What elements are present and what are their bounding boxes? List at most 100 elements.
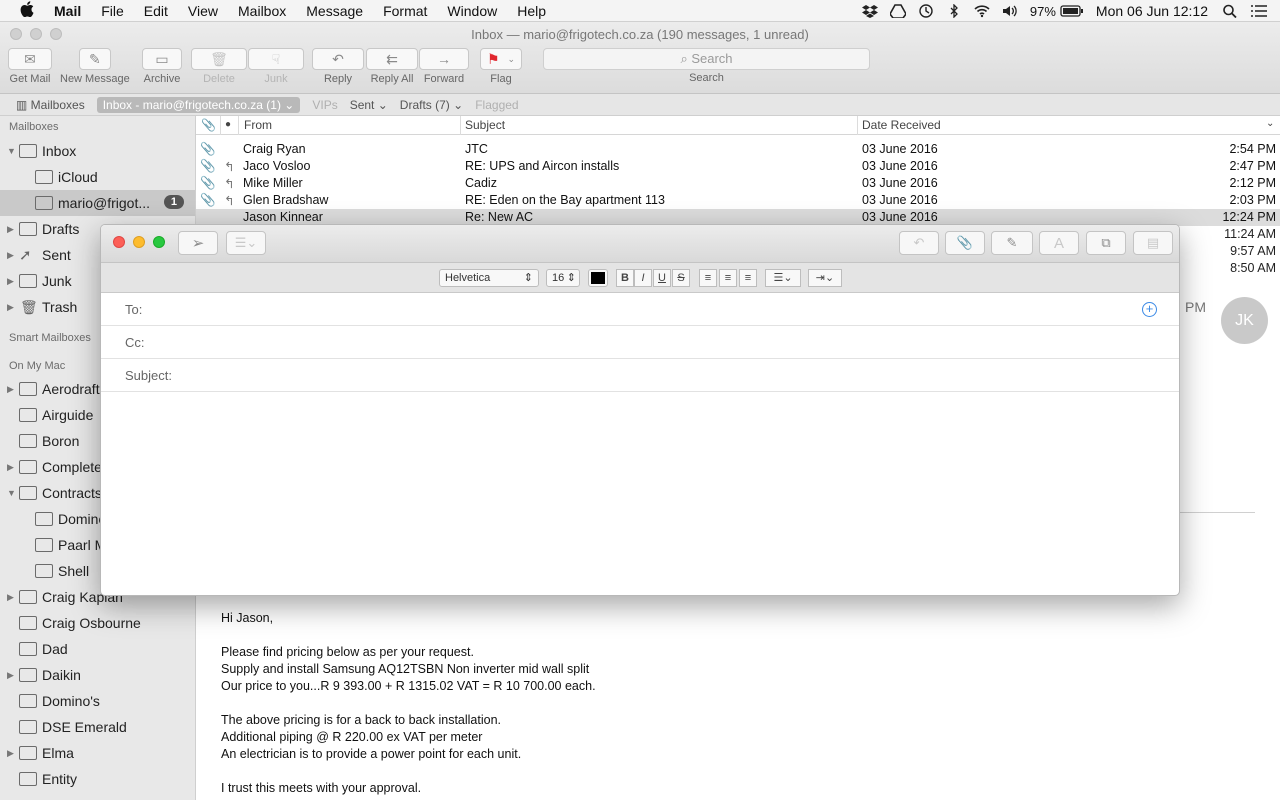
apple-menu-icon[interactable]: [20, 0, 40, 21]
sidebar-folder[interactable]: Domino's: [0, 688, 195, 714]
italic-button[interactable]: I: [634, 269, 652, 287]
menu-help[interactable]: Help: [517, 3, 546, 19]
message-row[interactable]: 📎 ↰ Glen Bradshaw RE: Eden on the Bay ap…: [196, 192, 1280, 209]
to-input[interactable]: [181, 299, 1131, 319]
underline-button[interactable]: U: [653, 269, 671, 287]
battery-icon[interactable]: [1060, 4, 1084, 18]
menu-file[interactable]: File: [101, 3, 124, 19]
bold-button[interactable]: B: [616, 269, 634, 287]
font-size-select[interactable]: 16 ⇕: [546, 269, 580, 287]
notification-center-icon[interactable]: [1250, 4, 1268, 18]
disclosure-closed-icon[interactable]: ▶: [7, 302, 14, 313]
disclosure-closed-icon[interactable]: ▶: [7, 276, 14, 287]
disclosure-closed-icon[interactable]: ▶: [7, 592, 14, 603]
disclosure-open-icon[interactable]: ▼: [7, 488, 16, 498]
favorites-flagged-button[interactable]: Flagged: [475, 98, 518, 112]
sidebar-item-icloud[interactable]: iCloud: [0, 164, 195, 190]
disclosure-open-icon[interactable]: ▼: [7, 146, 16, 156]
menu-window[interactable]: Window: [447, 3, 497, 19]
bluetooth-icon[interactable]: [946, 4, 962, 18]
reply-button[interactable]: ↶: [899, 231, 939, 255]
align-left-button[interactable]: ≡: [699, 269, 717, 287]
archive-button[interactable]: ▭ Archive: [142, 48, 182, 85]
strikethrough-button[interactable]: S: [672, 269, 690, 287]
menu-mailbox[interactable]: Mailbox: [238, 3, 286, 19]
message-body-editor[interactable]: [101, 392, 1179, 595]
time-machine-icon[interactable]: [918, 4, 934, 18]
inbox-tray-icon: [35, 196, 53, 210]
disclosure-closed-icon[interactable]: ▶: [7, 384, 14, 395]
sidebar-folder[interactable]: ▶ Daikin: [0, 662, 195, 688]
dropbox-icon[interactable]: [861, 4, 878, 18]
indent-button[interactable]: ⇥⌄: [808, 269, 842, 287]
attach-button[interactable]: 📎: [945, 231, 985, 255]
disclosure-closed-icon[interactable]: ▶: [7, 670, 14, 681]
message-row[interactable]: 📎 ↰ Mike Miller Cadiz 03 June 2016 2:12 …: [196, 175, 1280, 192]
list-style-button[interactable]: ☰⌄: [765, 269, 801, 287]
sidebar-item-account-inbox[interactable]: mario@frigot... 1: [0, 190, 195, 216]
volume-icon[interactable]: [1002, 4, 1018, 18]
header-fields-button[interactable]: ☰⌄: [226, 231, 266, 255]
message-row[interactable]: 📎 Craig Ryan JTC 03 June 2016 2:54 PM: [196, 141, 1280, 158]
menu-view[interactable]: View: [188, 3, 218, 19]
menu-format[interactable]: Format: [383, 3, 427, 19]
add-contact-plus-icon[interactable]: +: [1142, 302, 1157, 317]
align-left-icon: ≡: [704, 272, 712, 284]
reply-arrow-icon: ↶: [913, 235, 925, 250]
disclosure-closed-icon[interactable]: ▶: [7, 250, 14, 261]
send-button[interactable]: ➢: [178, 231, 218, 255]
subject-input[interactable]: [185, 365, 1135, 385]
sidebar-folder[interactable]: Entity: [0, 766, 195, 792]
column-subject[interactable]: Subject: [465, 118, 505, 132]
sidebar-item-inbox[interactable]: ▼ Inbox: [0, 138, 195, 164]
new-message-button[interactable]: ✎ New Message: [60, 48, 130, 85]
column-from[interactable]: From: [244, 118, 272, 132]
favorites-vips-button[interactable]: VIPs: [312, 98, 337, 112]
favorites-sent-button[interactable]: Sent ⌄: [350, 98, 388, 112]
text-color-well[interactable]: [588, 269, 608, 287]
photo-browser-button[interactable]: ⧉: [1086, 231, 1126, 255]
favorites-mailboxes-button[interactable]: ▥ Mailboxes: [16, 98, 85, 112]
format-fonts-button[interactable]: A: [1039, 231, 1079, 255]
forward-button[interactable]: → Forward: [419, 48, 469, 85]
close-window-button[interactable]: [113, 236, 125, 248]
folder-icon: [19, 642, 37, 656]
wifi-icon[interactable]: [974, 4, 990, 18]
stationery-button[interactable]: ▤: [1133, 231, 1173, 255]
sidebar-folder[interactable]: Dad: [0, 636, 195, 662]
spotlight-search-icon[interactable]: [1222, 4, 1238, 18]
drive-icon[interactable]: [889, 4, 906, 18]
menu-edit[interactable]: Edit: [144, 3, 168, 19]
menu-message[interactable]: Message: [306, 3, 363, 19]
sidebar-folder[interactable]: ▶ Elma: [0, 740, 195, 766]
menu-app-mail[interactable]: Mail: [54, 3, 81, 19]
sort-chevron-icon[interactable]: ⌄: [1266, 118, 1274, 129]
disclosure-closed-icon[interactable]: ▶: [7, 748, 14, 759]
cc-input[interactable]: [181, 332, 1131, 352]
reply-all-button[interactable]: ⇇ Reply All: [366, 48, 418, 85]
unread-column-icon[interactable]: ●: [225, 119, 231, 130]
message-row-time: 9:57 AM: [1230, 244, 1276, 258]
disclosure-closed-icon[interactable]: ▶: [7, 462, 14, 473]
message-row[interactable]: 📎 ↰ Jaco Vosloo RE: UPS and Aircon insta…: [196, 158, 1280, 175]
column-date-received[interactable]: Date Received: [862, 118, 941, 132]
sidebar-folder[interactable]: DSE Emerald: [0, 714, 195, 740]
align-right-button[interactable]: ≡: [739, 269, 757, 287]
minimize-window-button[interactable]: [133, 236, 145, 248]
search-field[interactable]: ⌕ Search: [543, 48, 870, 70]
reply-button[interactable]: ↶ Reply: [312, 48, 364, 85]
sidebar-folder[interactable]: Craig Osbourne: [0, 610, 195, 636]
junk-button[interactable]: ☟ Junk: [248, 48, 304, 85]
flag-button[interactable]: ⚑ ⌄ Flag: [480, 48, 522, 85]
favorites-drafts-button[interactable]: Drafts (7) ⌄: [400, 98, 463, 112]
delete-button[interactable]: 🗑 Delete: [191, 48, 247, 85]
attachment-column-icon[interactable]: 📎: [201, 118, 216, 132]
favorites-inbox-button[interactable]: Inbox - mario@frigotech.co.za (1) ⌄: [96, 96, 301, 113]
align-center-button[interactable]: ≡: [719, 269, 737, 287]
clock[interactable]: Mon 06 Jun 12:12: [1096, 3, 1208, 19]
disclosure-closed-icon[interactable]: ▶: [7, 224, 14, 235]
markup-button[interactable]: ✎: [991, 231, 1033, 255]
font-family-select[interactable]: Helvetica ⇕: [439, 269, 539, 287]
zoom-window-button[interactable]: [153, 236, 165, 248]
get-mail-button[interactable]: ✉ Get Mail: [8, 48, 52, 85]
